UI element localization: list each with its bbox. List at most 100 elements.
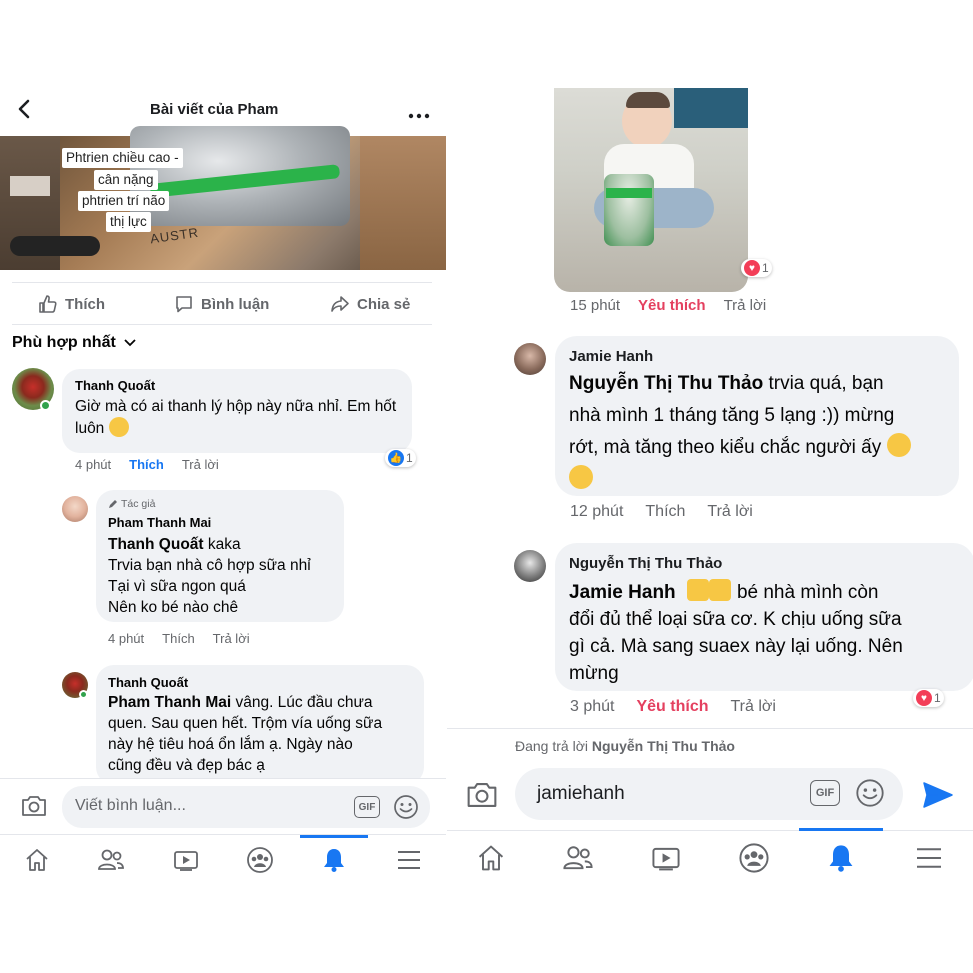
comment-bubble[interactable]: Jamie Hanh Nguyễn Thị Thu Thảo trvia quá… [555, 336, 959, 496]
comment-like-button[interactable]: Thích [645, 503, 685, 521]
chevron-left-icon [18, 99, 30, 119]
tab-groups[interactable] [240, 840, 280, 880]
comment-button[interactable]: Bình luận [174, 294, 269, 314]
bottom-tab-bar [447, 836, 973, 880]
avatar[interactable] [514, 343, 546, 375]
tab-notifications[interactable] [821, 838, 861, 878]
left-screenshot: Bài viết của Pham AUSTR Phtrien chiều ca… [0, 88, 446, 883]
comment-bubble[interactable]: Thanh Quoất Giờ mà có ai thanh lý hộp nà… [62, 369, 412, 453]
comment-input[interactable]: jamiehanh GIF [515, 768, 903, 820]
replying-to-name[interactable]: Nguyễn Thị Thu Thảo [592, 738, 735, 754]
tab-groups[interactable] [734, 838, 774, 878]
heart-eyes-emoji-icon [886, 433, 911, 457]
camera-button[interactable] [20, 794, 48, 823]
comment-reply-button[interactable]: Trả lời [724, 297, 767, 314]
camera-icon [22, 796, 46, 816]
comment-love-button[interactable]: Yêu thích [638, 297, 706, 314]
thumbs-up-emoji-icon [686, 579, 709, 601]
right-screenshot: ♥ 1 15 phút Yêu thích Trả lời Jamie Hanh… [447, 88, 973, 883]
tab-home[interactable] [471, 838, 511, 878]
reaction-count: 1 [762, 261, 769, 275]
post-photo[interactable]: AUSTR Phtrien chiều cao - cân nặng phtri… [0, 126, 446, 270]
emoji-button[interactable] [855, 778, 885, 813]
like-label: Thích [65, 295, 105, 313]
gif-button[interactable]: GIF [810, 780, 840, 806]
comment-meta: 4 phút Thích Trả lời [75, 457, 219, 472]
mention[interactable]: Thanh Quoất [108, 536, 204, 553]
camera-button[interactable] [465, 780, 499, 815]
comment-reply-button[interactable]: Trả lời [213, 631, 250, 646]
tab-menu[interactable] [909, 838, 949, 878]
comment-bubble[interactable]: Thanh Quoất Pham Thanh Mai vâng. Lúc đầu… [96, 665, 424, 785]
comment-time: 3 phút [570, 698, 615, 715]
comment-input[interactable]: Viết bình luận... GIF [62, 786, 430, 828]
comment-time: 12 phút [570, 503, 624, 520]
heart-eyes-emoji-icon [569, 465, 593, 489]
comment-reply-button[interactable]: Trả lời [731, 698, 776, 716]
bell-icon [830, 845, 853, 872]
photo-brand-text: AUSTR [149, 224, 200, 247]
tab-friends[interactable] [91, 840, 131, 880]
more-options-icon[interactable] [408, 106, 432, 119]
comment-bubble[interactable]: Nguyễn Thị Thu Thảo Jamie Hanh bé nhà mì… [555, 543, 973, 691]
tab-friends[interactable] [558, 838, 598, 878]
avatar[interactable] [514, 550, 546, 582]
emoji-button[interactable] [393, 794, 419, 825]
reaction-count: 1 [934, 691, 941, 705]
comment-text: Jamie Hanh bé nhà mình còn đổi đủ thể lo… [569, 579, 969, 687]
sort-label: Phù hợp nhất [12, 334, 116, 351]
comment-icon [176, 296, 192, 313]
comment-time: 4 phút [108, 631, 145, 646]
reaction-badge[interactable]: ♥ 1 [913, 689, 944, 707]
tab-menu[interactable] [389, 840, 429, 880]
send-button[interactable] [922, 780, 954, 815]
mention[interactable]: Pham Thanh Mai [108, 694, 231, 711]
page-title: Bài viết của Pham [150, 101, 279, 118]
online-dot [40, 400, 51, 411]
reaction-badge[interactable]: ♥ 1 [741, 259, 772, 277]
replying-to-hint: Đang trả lời Nguyễn Thị Thu Thảo [515, 738, 735, 754]
thumbs-up-icon [39, 295, 57, 313]
overlay-line-1: Phtrien chiều cao - [62, 148, 183, 168]
mention[interactable]: Nguyễn Thị Thu Thảo [569, 373, 763, 394]
comment-text: Giờ mà có ai thanh lý hộp này nữa nhỉ. E… [75, 398, 397, 437]
comment-meta: 3 phút Yêu thích Trả lời [570, 698, 776, 716]
share-icon [331, 296, 349, 312]
comment-author[interactable]: Nguyễn Thị Thu Thảo [569, 555, 722, 572]
chevron-down-icon [124, 339, 136, 347]
bell-icon [324, 849, 345, 872]
reaction-badge[interactable]: 👍 1 [385, 449, 416, 467]
active-tab-indicator [300, 835, 368, 838]
comment-like-button[interactable]: Thích [129, 457, 164, 472]
tab-watch[interactable] [166, 840, 206, 880]
mention[interactable]: Jamie Hanh [569, 582, 676, 603]
comment-bubble[interactable]: Tác giả Pham Thanh Mai Thanh Quoất kaka … [96, 490, 344, 622]
comment-like-button[interactable]: Thích [162, 631, 195, 646]
comment-text: Nguyễn Thị Thu Thảo trvia quá, bạn nhà m… [569, 368, 953, 496]
comment-author[interactable]: Jamie Hanh [569, 348, 653, 365]
love-reaction-icon: ♥ [916, 690, 932, 706]
comment-author[interactable]: Pham Thanh Mai [108, 515, 211, 530]
sort-dropdown[interactable]: Phù hợp nhất [12, 334, 136, 352]
comment-label: Bình luận [201, 295, 270, 313]
comment-reply-button[interactable]: Trả lời [707, 503, 752, 521]
pencil-icon [109, 500, 117, 508]
share-button[interactable]: Chia sẻ [330, 294, 410, 314]
tab-notifications[interactable] [314, 840, 354, 880]
comment-author[interactable]: Thanh Quoất [75, 378, 155, 393]
comment-time: 15 phút [570, 297, 621, 314]
tab-home[interactable] [17, 840, 57, 880]
back-button[interactable] [14, 98, 36, 120]
comment-reply-button[interactable]: Trả lời [182, 457, 219, 472]
comment-input-placeholder: Viết bình luận... [75, 797, 186, 814]
comment-author[interactable]: Thanh Quoất [108, 675, 188, 690]
comment-photo[interactable] [554, 88, 748, 292]
like-button[interactable]: Thích [38, 294, 105, 314]
tab-watch[interactable] [646, 838, 686, 878]
gif-button[interactable]: GIF [354, 796, 380, 818]
comment-love-button[interactable]: Yêu thích [636, 698, 708, 716]
overlay-line-2: cân nặng [94, 170, 158, 190]
avatar[interactable] [62, 496, 88, 522]
active-tab-indicator [799, 828, 883, 831]
author-badge: Tác giả [108, 498, 155, 510]
